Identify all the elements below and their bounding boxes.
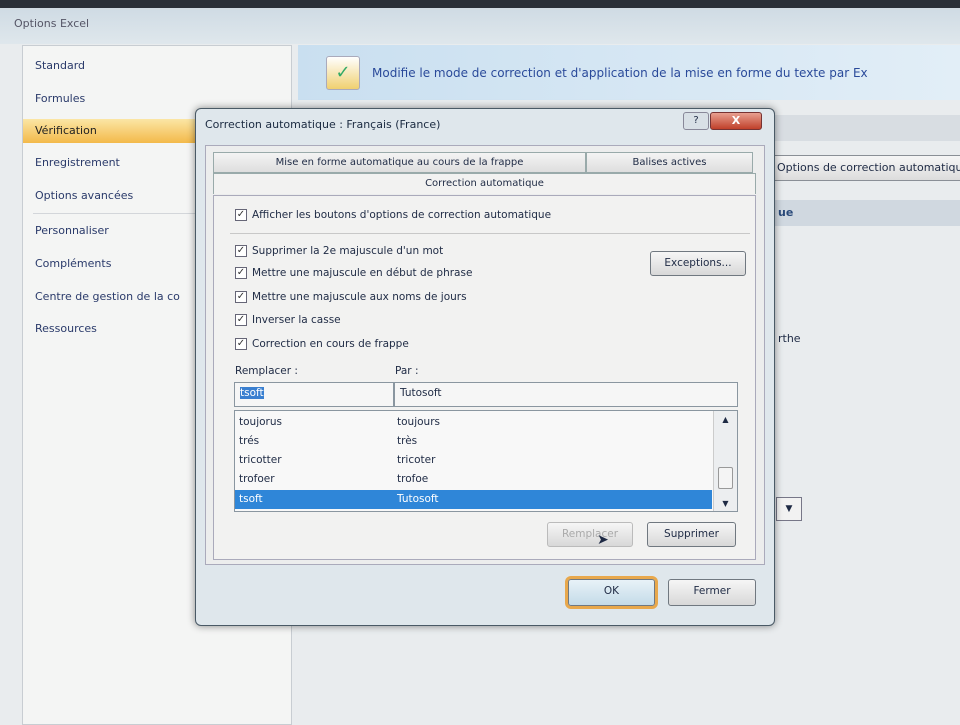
dialog-title: Correction automatique : Français (Franc… — [205, 118, 441, 131]
window-title: Options Excel — [0, 8, 960, 44]
checkbox-icon[interactable]: ✓ — [235, 314, 247, 326]
with-input[interactable]: Tutosoft — [394, 382, 738, 407]
top-bar — [0, 0, 960, 8]
replace-label: Remplacer : — [235, 365, 298, 377]
list-row[interactable]: tricotter tricoter — [235, 451, 712, 470]
list-row[interactable]: trés très — [235, 432, 712, 451]
divider — [230, 233, 750, 234]
autocorrect-options-button[interactable]: Options de correction automatique... — [770, 155, 960, 181]
checkbox-capitalize-days[interactable]: ✓ Mettre une majuscule aux noms de jours — [235, 290, 467, 306]
list-row-selected[interactable]: tsoft Tutosoft — [235, 490, 712, 509]
exceptions-button[interactable]: Exceptions... — [650, 251, 746, 276]
background-text: rthe — [778, 332, 801, 345]
checkbox-label: Correction en cours de frappe — [252, 338, 409, 350]
checkbox-replace-as-you-type[interactable]: ✓ Correction en cours de frappe — [235, 337, 409, 353]
row-from: tsoft — [239, 493, 263, 505]
replace-input[interactable]: tsoft — [234, 382, 394, 407]
row-from: trés — [239, 435, 260, 447]
checkbox-label: Mettre une majuscule en début de phrase — [252, 267, 473, 279]
scroll-up-icon[interactable]: ▲ — [714, 415, 737, 424]
checkbox-icon[interactable]: ✓ — [235, 291, 247, 303]
checkbox-capitalize-sentences[interactable]: ✓ Mettre une majuscule en début de phrase — [235, 266, 472, 282]
proofing-icon: ✓ — [326, 56, 360, 90]
tab-smart-tags[interactable]: Balises actives — [586, 152, 753, 173]
list-row[interactable]: toujorus toujours — [235, 413, 712, 432]
row-to: trofoe — [397, 473, 429, 485]
row-to: Tutosoft — [397, 493, 439, 505]
dropdown-arrow-icon[interactable]: ▼ — [776, 497, 802, 521]
checkbox-caps-lock[interactable]: ✓ Inverser la casse — [235, 313, 341, 329]
list-scrollbar[interactable]: ▲ ▼ — [713, 411, 737, 511]
checkbox-icon[interactable]: ✓ — [235, 338, 247, 350]
scroll-down-icon[interactable]: ▼ — [714, 499, 737, 508]
close-button[interactable]: X — [710, 112, 762, 130]
checkbox-show-options-buttons[interactable]: ✓ Afficher les boutons d'options de corre… — [235, 208, 551, 224]
banner-text: Modifie le mode de correction et d'appli… — [372, 66, 868, 80]
row-to: très — [397, 435, 418, 447]
section-header-text: ue — [778, 206, 794, 219]
list-row[interactable]: trofoer trofoe — [235, 470, 712, 489]
close-dialog-button[interactable]: Fermer — [668, 579, 756, 606]
row-from: toujorus — [239, 416, 282, 428]
scroll-thumb[interactable] — [718, 467, 733, 489]
mouse-cursor-icon: ➤ — [597, 532, 609, 548]
checkbox-icon[interactable]: ✓ — [235, 267, 247, 279]
row-to: tricoter — [397, 454, 436, 466]
row-to: toujours — [397, 416, 440, 428]
with-label: Par : — [395, 365, 419, 377]
checkbox-label: Supprimer la 2e majuscule d'un mot — [252, 245, 444, 257]
ok-button[interactable]: OK — [568, 579, 655, 606]
checkbox-label: Afficher les boutons d'options de correc… — [252, 209, 552, 221]
checkbox-icon[interactable]: ✓ — [235, 245, 247, 257]
checkbox-label: Mettre une majuscule aux noms de jours — [252, 291, 467, 303]
replace-button[interactable]: Remplacer — [547, 522, 633, 547]
delete-button[interactable]: Supprimer — [647, 522, 736, 547]
nav-item-standard[interactable]: Standard — [35, 54, 290, 78]
row-from: trofoer — [239, 473, 275, 485]
tab-autocorrect[interactable]: Correction automatique — [213, 173, 756, 194]
checkbox-icon[interactable]: ✓ — [235, 209, 247, 221]
checkbox-two-initial-caps[interactable]: ✓ Supprimer la 2e majuscule d'un mot — [235, 244, 443, 260]
row-from: tricotter — [239, 454, 282, 466]
replace-value: tsoft — [240, 387, 264, 399]
checkbox-label: Inverser la casse — [252, 314, 341, 326]
help-button[interactable]: ? — [683, 112, 709, 130]
tab-autoformat-as-you-type[interactable]: Mise en forme automatique au cours de la… — [213, 152, 586, 173]
